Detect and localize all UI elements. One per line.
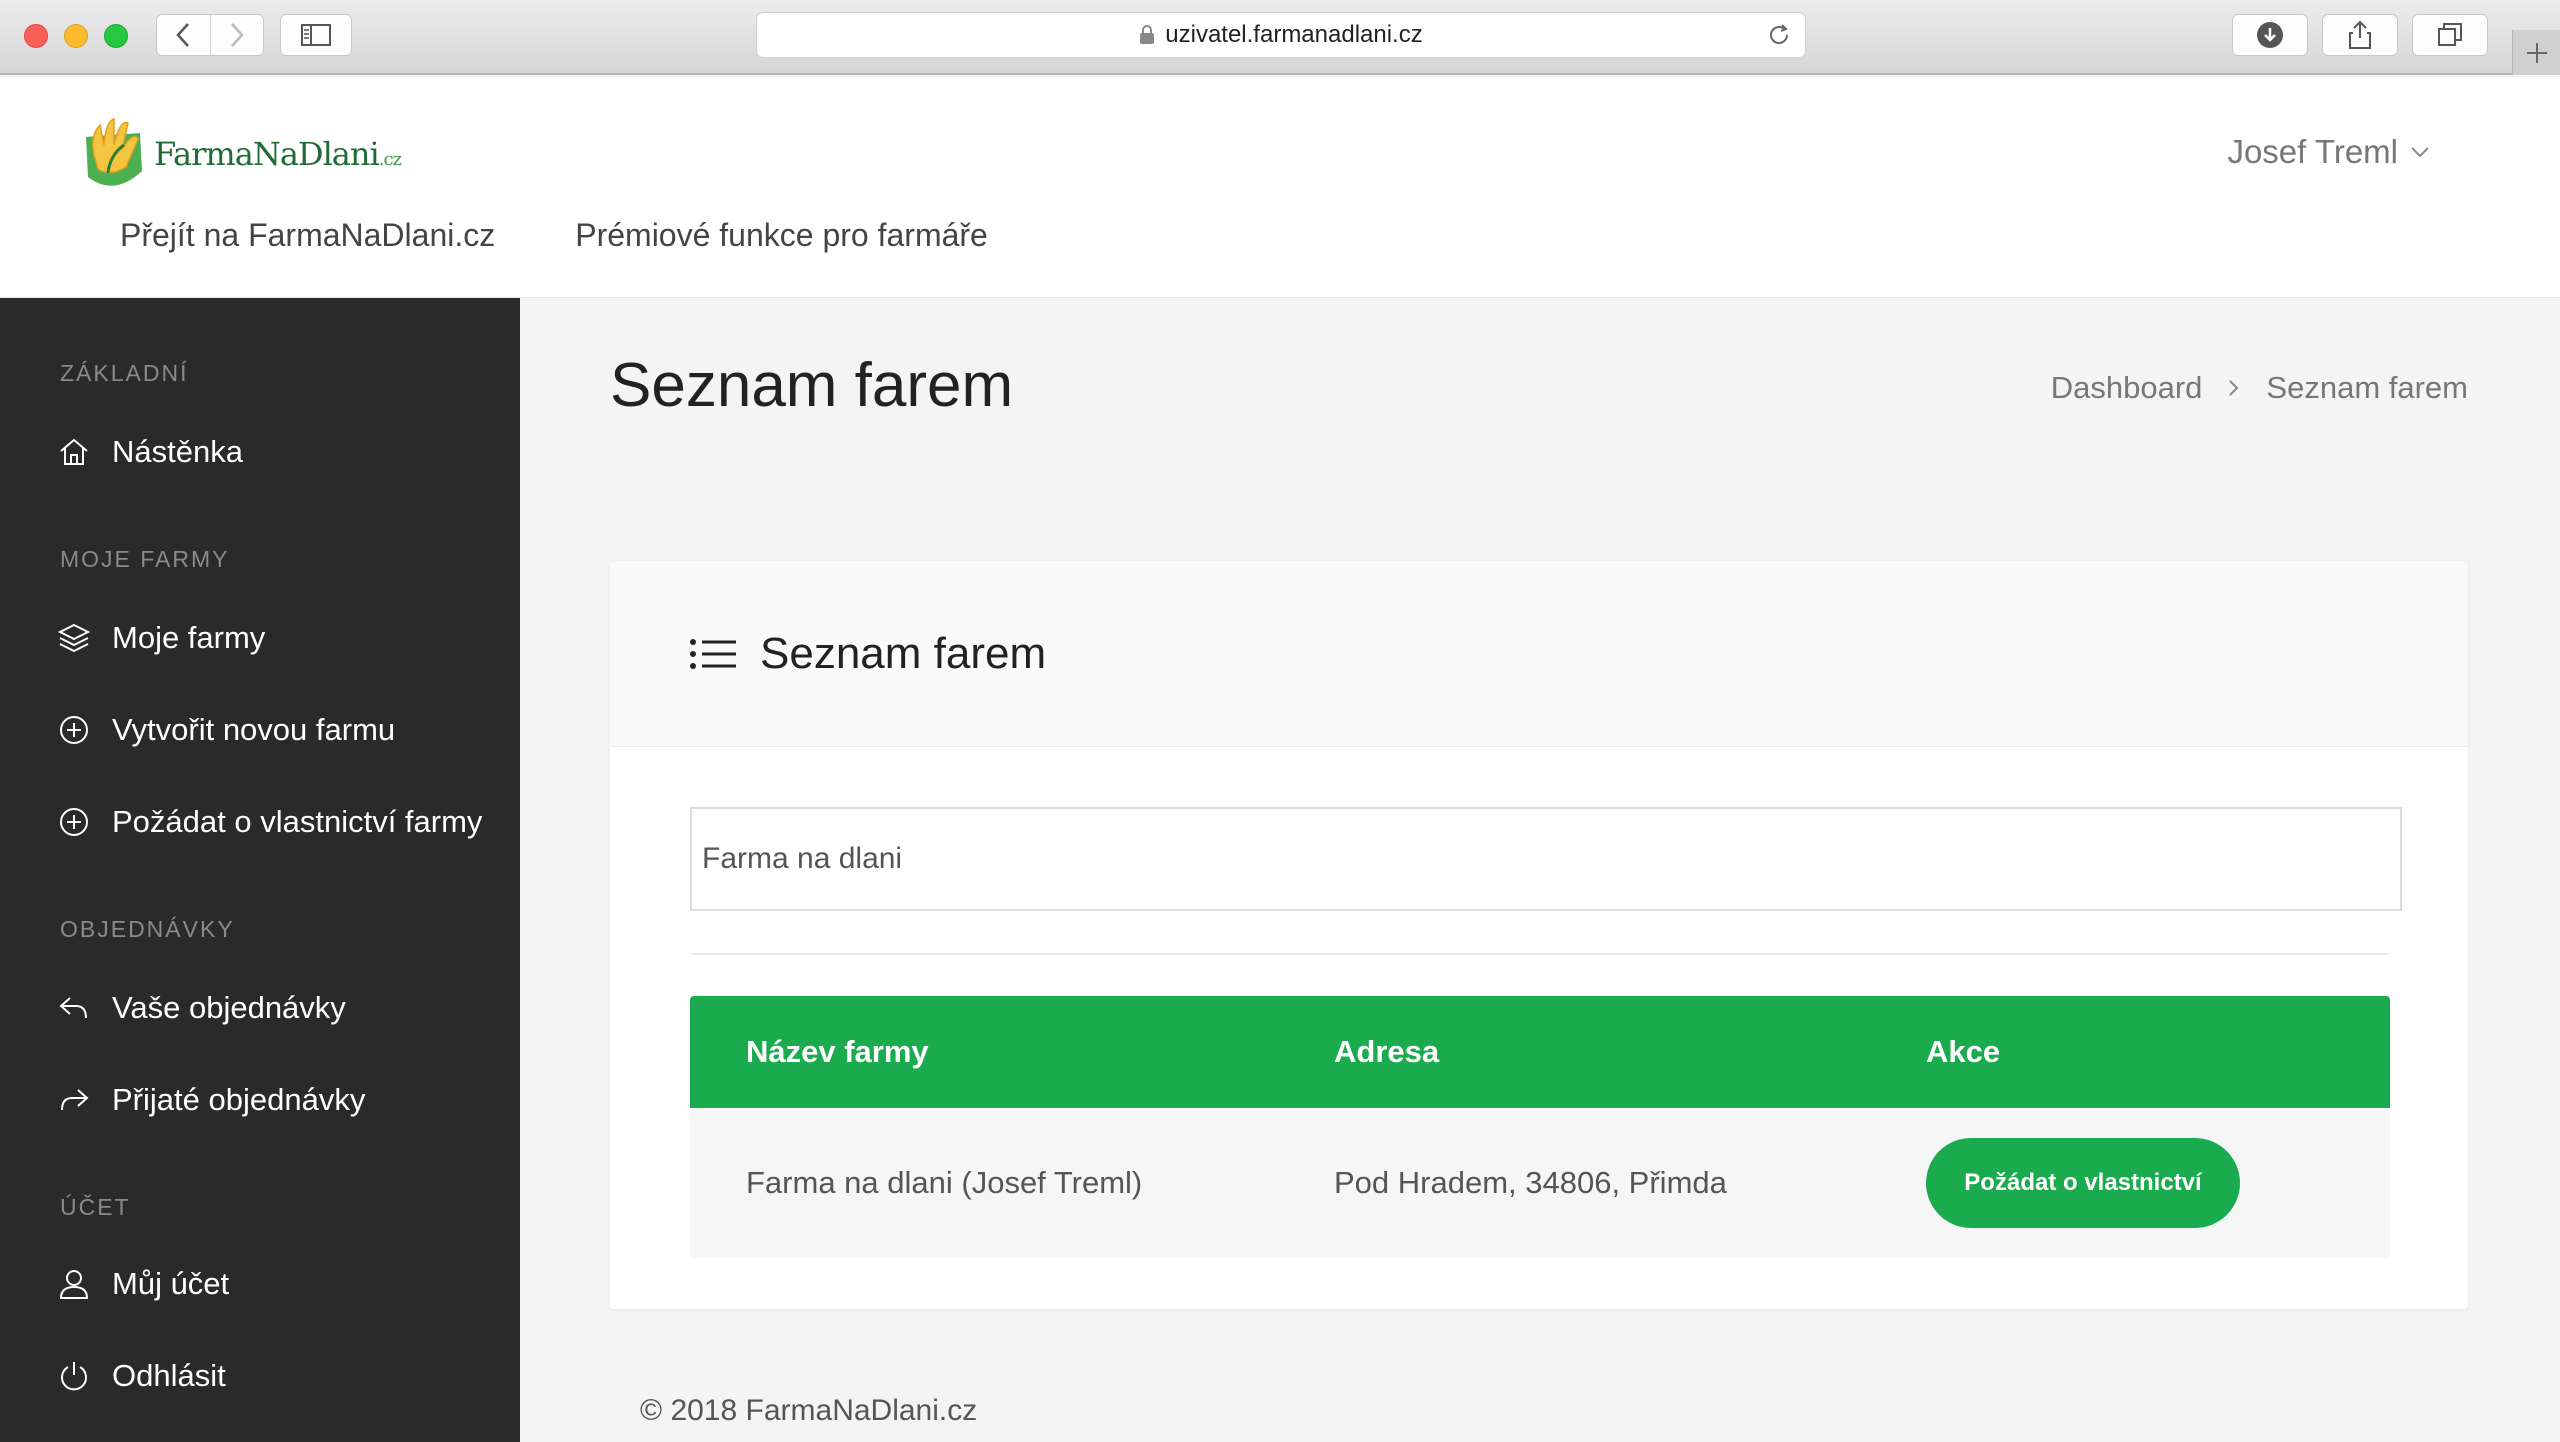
sidebar-section-basic: ZÁKLADNÍ (60, 360, 189, 386)
history-nav (156, 14, 264, 56)
sidebar-item-your-orders[interactable]: Vaše objednávky (58, 990, 346, 1026)
farm-list-card: Seznam farem Název farmy Adresa Akce Far… (610, 561, 2468, 1309)
sidebar-item-label: Vytvořit novou farmu (112, 712, 396, 747)
footer-copyright: © 2018 FarmaNaDlani.cz (640, 1394, 978, 1427)
nav-link-premium[interactable]: Prémiové funkce pro farmáře (575, 217, 988, 254)
close-window-button[interactable] (24, 24, 48, 48)
sidebar-item-dashboard[interactable]: Nástěnka (58, 434, 243, 470)
sidebar-item-logout[interactable]: Odhlásit (58, 1358, 226, 1394)
logo-hand-icon (86, 118, 142, 186)
card-title: Seznam farem (760, 628, 1047, 678)
sidebar-item-label: Vaše objednávky (112, 990, 346, 1025)
breadcrumb-dashboard[interactable]: Dashboard (2051, 370, 2203, 406)
sidebar-toggle-button[interactable] (280, 14, 352, 56)
chevron-right-icon (231, 23, 244, 47)
sidebar: ZÁKLADNÍ Nástěnka MOJE FARMY Moje farmy … (0, 298, 520, 1442)
nav-link-main-site[interactable]: Přejít na FarmaNaDlani.cz (120, 217, 495, 254)
chevron-right-icon (2229, 380, 2239, 396)
home-icon (60, 438, 88, 465)
download-icon (2257, 22, 2283, 48)
farm-name-cell: Farma na dlani (Josef Treml) (746, 1165, 1143, 1200)
reply-icon (59, 997, 87, 1019)
site-logo[interactable]: FarmaNaDlani.cz (80, 115, 402, 193)
sidebar-item-claim-farm[interactable]: Požádat o vlastnictví farmy (58, 804, 482, 840)
sidebar-section-my-farms: MOJE FARMY (60, 546, 230, 572)
list-icon (690, 638, 736, 669)
user-name: Josef Treml (2227, 133, 2398, 170)
user-menu[interactable]: Josef Treml (2227, 133, 2430, 171)
column-header-name: Název farmy (746, 1034, 929, 1069)
plus-circle-icon (60, 808, 88, 836)
new-tab-button[interactable] (2512, 30, 2560, 75)
farm-address-cell: Pod Hradem, 34806, Přimda (1334, 1165, 1727, 1200)
browser-toolbar: uzivatel.farmanadlani.cz (0, 0, 2560, 75)
table-header: Název farmy Adresa Akce (690, 996, 2390, 1108)
url-text: uzivatel.farmanadlani.cz (1165, 21, 1423, 48)
breadcrumb: Dashboard Seznam farem (2051, 370, 2468, 406)
tabs-icon (2438, 23, 2462, 46)
sidebar-section-account: ÚČET (60, 1194, 131, 1220)
page-title: Seznam farem (610, 351, 1014, 420)
farm-table: Název farmy Adresa Akce Farma na dlani (… (690, 996, 2390, 1258)
sidebar-item-label: Moje farmy (112, 620, 266, 655)
reload-icon[interactable] (1767, 23, 1791, 47)
divider (690, 953, 2390, 955)
sidebar-item-label: Odhlásit (112, 1358, 226, 1393)
card-header: Seznam farem (610, 561, 2468, 747)
chevron-left-icon (176, 23, 190, 47)
tab-overview-button[interactable] (2412, 14, 2488, 56)
sidebar-item-my-farms[interactable]: Moje farmy (58, 620, 265, 656)
share-button[interactable] (2322, 14, 2398, 56)
power-icon (61, 1362, 87, 1391)
column-header-action: Akce (1926, 1034, 2001, 1069)
layers-icon (58, 623, 90, 653)
minimize-window-button[interactable] (64, 24, 88, 48)
sidebar-item-label: Požádat o vlastnictví farmy (112, 804, 483, 839)
top-navigation: Přejít na FarmaNaDlani.cz Prémiové funkc… (120, 217, 1068, 254)
sidebar-item-create-farm[interactable]: Vytvořit novou farmu (58, 712, 395, 748)
plus-icon (2526, 42, 2547, 63)
sidebar-item-my-account[interactable]: Můj účet (58, 1266, 229, 1302)
logo-text: FarmaNaDlani.cz (154, 135, 402, 173)
site-header: FarmaNaDlani.cz Josef Treml Přejít na Fa… (0, 77, 2560, 298)
address-bar[interactable]: uzivatel.farmanadlani.cz (756, 12, 1806, 58)
user-icon (59, 1270, 89, 1299)
chevron-down-icon (2411, 147, 2429, 158)
maximize-window-button[interactable] (104, 24, 128, 48)
sidebar-item-label: Přijaté objednávky (112, 1082, 366, 1117)
table-row: Farma na dlani (Josef Treml) Pod Hradem,… (690, 1108, 2390, 1258)
sidebar-item-received-orders[interactable]: Přijaté objednávky (58, 1082, 365, 1118)
sidebar-icon (301, 24, 331, 46)
forward-button[interactable] (209, 15, 263, 55)
lock-icon (1140, 25, 1155, 44)
farm-search-input[interactable] (690, 807, 2402, 911)
request-ownership-button[interactable]: Požádat o vlastnictví (1926, 1138, 2240, 1228)
column-header-address: Adresa (1334, 1034, 1440, 1069)
share-icon (2349, 20, 2371, 49)
back-button[interactable] (157, 15, 210, 55)
breadcrumb-current: Seznam farem (2266, 370, 2468, 405)
forward-icon (61, 1089, 89, 1111)
sidebar-section-orders: OBJEDNÁVKY (60, 916, 235, 942)
downloads-button[interactable] (2232, 14, 2308, 56)
plus-circle-icon (60, 716, 88, 744)
sidebar-item-label: Můj účet (112, 1266, 230, 1301)
sidebar-item-label: Nástěnka (112, 434, 243, 469)
